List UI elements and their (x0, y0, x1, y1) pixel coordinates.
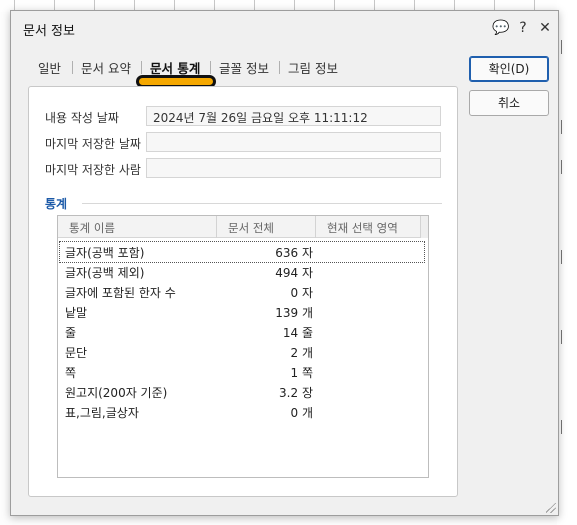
table-row[interactable]: 문단 2 개 (60, 342, 424, 362)
dialog-title: 문서 정보 (23, 24, 75, 39)
stat-name: 표,그림,글상자 (65, 406, 139, 420)
stat-name: 글자(공백 제외) (65, 266, 145, 280)
column-header-total[interactable]: 문서 전체 (228, 220, 274, 236)
stat-name: 낱말 (65, 306, 88, 320)
column-header-name[interactable]: 통계 이름 (69, 220, 115, 236)
stat-total: 0 자 (290, 286, 314, 300)
tab-font-info[interactable]: 글꼴 정보 (219, 58, 269, 77)
stat-total: 14 줄 (282, 326, 313, 340)
tab-general[interactable]: 일반 (38, 58, 61, 77)
statistics-panel: 내용 작성 날짜 2024년 7월 26일 금요일 오후 11:11:12 마지… (28, 86, 458, 497)
statistics-heading: 통계 (45, 197, 68, 211)
tab-divider (210, 61, 211, 74)
table-row[interactable]: 표,그림,글상자 0 개 (60, 402, 424, 422)
last-saved-by-field (146, 158, 441, 178)
document-info-dialog: 문서 정보 💬 ? ✕ 일반 문서 요약 문서 통계 글꼴 정보 그림 정보 내… (10, 10, 559, 516)
last-saved-by-label: 마지막 저장한 사람 (45, 163, 141, 177)
last-saved-date-label: 마지막 저장한 날짜 (45, 137, 141, 151)
tab-divider (279, 61, 280, 74)
tab-summary[interactable]: 문서 요약 (81, 58, 131, 77)
stat-total: 2 개 (290, 346, 314, 360)
scrollbar-corner (420, 216, 428, 238)
table-row[interactable]: 쪽 1 쪽 (60, 362, 424, 382)
column-divider[interactable] (315, 216, 316, 238)
created-date-field: 2024년 7월 26일 금요일 오후 11:11:12 (146, 106, 441, 126)
stat-name: 줄 (65, 326, 77, 340)
resize-grip-icon[interactable] (546, 503, 556, 513)
stat-total: 1 쪽 (290, 366, 314, 380)
cancel-button[interactable]: 취소 (469, 90, 549, 116)
table-row[interactable]: 원고지(200자 기준) 3.2 장 (60, 382, 424, 402)
tab-image-info[interactable]: 그림 정보 (288, 58, 338, 77)
created-date-label: 내용 작성 날짜 (45, 111, 119, 125)
column-divider[interactable] (216, 216, 217, 238)
document-right-edge (557, 0, 577, 525)
stat-total: 636 자 (275, 246, 313, 260)
title-bar: 문서 정보 💬 ? ✕ (11, 11, 558, 45)
tab-divider (72, 61, 73, 74)
stat-name: 원고지(200자 기준) (65, 386, 168, 400)
section-divider (82, 203, 442, 204)
help-icon[interactable]: ? (513, 18, 533, 38)
stat-name: 글자에 포함된 한자 수 (65, 286, 176, 300)
column-header-selection[interactable]: 현재 선택 영역 (327, 220, 398, 236)
stat-total: 0 개 (290, 406, 314, 420)
last-saved-date-field (146, 132, 441, 152)
table-row[interactable]: 글자(공백 제외) 494 자 (60, 262, 424, 282)
close-icon[interactable]: ✕ (535, 18, 555, 38)
table-row[interactable]: 글자(공백 포함) 636 자 (59, 241, 425, 263)
table-row[interactable]: 낱말 139 개 (60, 302, 424, 322)
stat-total: 3.2 장 (279, 386, 313, 400)
comment-icon[interactable]: 💬 (491, 18, 511, 38)
stat-total: 494 자 (275, 266, 313, 280)
stat-total: 139 개 (275, 306, 313, 320)
table-header: 통계 이름 문서 전체 현재 선택 영역 (58, 216, 428, 238)
stat-name: 문단 (65, 346, 88, 360)
statistics-table[interactable]: 통계 이름 문서 전체 현재 선택 영역 글자(공백 포함) 636 자 글자(… (57, 215, 429, 478)
ok-button[interactable]: 확인(D) (469, 56, 549, 82)
table-row[interactable]: 줄 14 줄 (60, 322, 424, 342)
stat-name: 쪽 (65, 366, 77, 380)
stat-name: 글자(공백 포함) (65, 246, 145, 260)
table-row[interactable]: 글자에 포함된 한자 수 0 자 (60, 282, 424, 302)
tab-divider (141, 61, 142, 74)
